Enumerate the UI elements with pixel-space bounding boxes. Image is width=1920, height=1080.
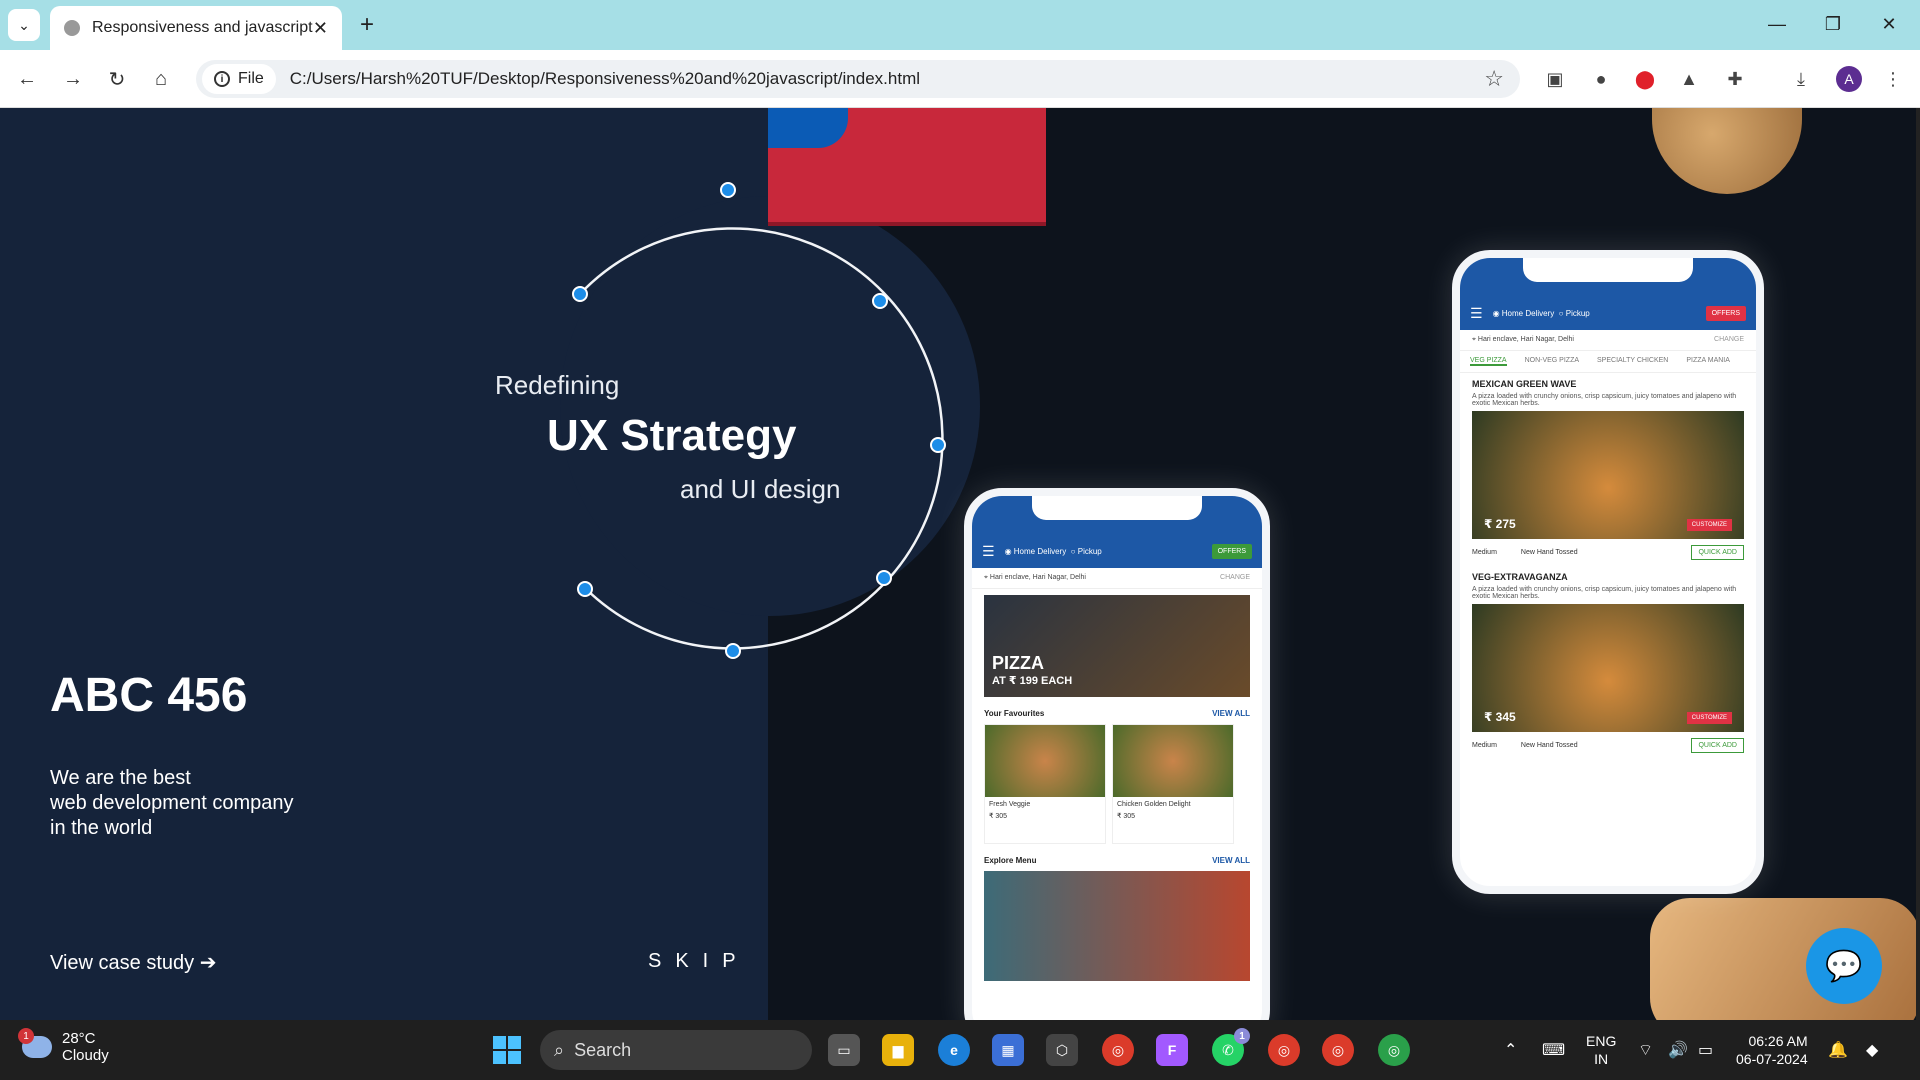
- brand-tagline: We are the best web development company …: [50, 767, 294, 839]
- task-view-icon[interactable]: ▭: [828, 1034, 860, 1066]
- chrome-profile-h-icon[interactable]: ◎: [1322, 1034, 1354, 1066]
- radio-icon: ○: [1066, 547, 1078, 556]
- menu-kebab-icon[interactable]: ⋮: [1880, 66, 1906, 92]
- volume-icon[interactable]: 🔊: [1668, 1020, 1688, 1080]
- phone-mockup-menu: ☰ ◉ Home Delivery ○ Pickup OFFERS ⌖ Hari…: [1452, 250, 1764, 894]
- microsoft-store-icon[interactable]: ▦: [992, 1034, 1024, 1066]
- bookmark-star-icon[interactable]: ☆: [1484, 66, 1504, 92]
- promo-banner: PIZZA AT ₹ 199 EACH: [984, 595, 1250, 697]
- app-hexagon-icon[interactable]: ⬡: [1046, 1034, 1078, 1066]
- language-indicator[interactable]: ENG IN: [1586, 1032, 1616, 1068]
- orbit-dot[interactable]: [720, 182, 736, 198]
- address-bar[interactable]: i File C:/Users/Harsh%20TUF/Desktop/Respo…: [196, 60, 1520, 98]
- list-item: MEXICAN GREEN WAVE A pizza loaded with c…: [1460, 373, 1756, 566]
- close-tab-icon[interactable]: ✕: [313, 18, 328, 39]
- page-scrollbar[interactable]: [1916, 108, 1920, 1020]
- minimize-button[interactable]: —: [1752, 8, 1802, 40]
- site-info-chip[interactable]: i File: [202, 64, 276, 94]
- orbit-dot[interactable]: [577, 581, 593, 597]
- list-item: Fresh Veggie ₹ 305: [984, 724, 1106, 844]
- file-explorer-icon[interactable]: ▆: [882, 1034, 914, 1066]
- list-item: Chicken Golden Delight ₹ 305: [1112, 724, 1234, 844]
- globe-icon: [64, 20, 80, 36]
- list-item: VEG-EXTRAVAGANZA A pizza loaded with cru…: [1460, 566, 1756, 759]
- extensions-puzzle-icon[interactable]: ✚: [1722, 66, 1748, 92]
- radio-icon: ◉: [1004, 547, 1014, 556]
- profile-avatar[interactable]: A: [1836, 66, 1862, 92]
- copilot-icon[interactable]: ◆: [1866, 1020, 1878, 1080]
- keyboard-icon[interactable]: ⌨: [1542, 1020, 1565, 1080]
- browser-tab-strip: ⌄ Responsiveness and javascript ✕ + — ❐ …: [0, 0, 1920, 50]
- new-tab-button[interactable]: +: [352, 10, 382, 40]
- brand-title: ABC 456: [50, 669, 248, 722]
- orbit-dot[interactable]: [930, 437, 946, 453]
- cloud-icon: 1: [18, 1028, 52, 1058]
- skip-button[interactable]: SKIP: [648, 950, 750, 973]
- windows-taskbar: 1 28°C Cloudy ⌕ Search ▭ ▆ e ▦ ⬡ ◎ F ✆ 1 ◎…: [0, 1020, 1920, 1080]
- search-icon: ⌕: [554, 1039, 565, 1060]
- chrome-profile-a-icon[interactable]: ◎: [1268, 1034, 1300, 1066]
- screen-capture-extension-icon[interactable]: ▣: [1542, 66, 1568, 92]
- orbit-dot[interactable]: [725, 643, 741, 659]
- clock[interactable]: 06:26 AM 06-07-2024: [1736, 1032, 1808, 1068]
- home-button[interactable]: ⌂: [144, 62, 178, 96]
- restore-button[interactable]: ❐: [1808, 8, 1858, 40]
- chat-button[interactable]: 💬: [1806, 928, 1882, 1004]
- opera-extension-icon[interactable]: ⬤: [1632, 66, 1658, 92]
- chrome-icon[interactable]: ◎: [1102, 1034, 1134, 1066]
- back-button[interactable]: ←: [10, 62, 44, 96]
- tab-search-button[interactable]: ⌄: [8, 9, 40, 41]
- info-icon: i: [214, 71, 230, 87]
- reload-button[interactable]: ↻: [100, 62, 134, 96]
- tab-title: Responsiveness and javascript: [92, 19, 313, 36]
- cookie-extension-icon[interactable]: ●: [1588, 66, 1614, 92]
- arrow-right-icon: ➔: [199, 952, 217, 974]
- hero-line-1: Redefining: [495, 370, 620, 400]
- browser-toolbar: ← → ↻ ⌂ i File C:/Users/Harsh%20TUF/Deskt…: [0, 50, 1920, 108]
- radio-icon: ◉: [1492, 309, 1502, 318]
- phone-mockup-home: ☰ ◉ Home Delivery ○ Pickup OFFERS ⌖ Hari…: [964, 488, 1270, 1020]
- weather-widget[interactable]: 1 28°C Cloudy: [18, 1028, 109, 1064]
- extension-a-icon[interactable]: ▲: [1676, 66, 1702, 92]
- downloads-icon[interactable]: ⤓: [1788, 66, 1814, 92]
- chevron-up-icon[interactable]: ⌃: [1504, 1020, 1517, 1080]
- view-case-study-link[interactable]: View case study ➔: [50, 950, 216, 975]
- orbit-dot[interactable]: [872, 293, 888, 309]
- chat-bubble-icon: 💬: [1825, 949, 1863, 983]
- hero-line-3: and UI design: [680, 474, 841, 504]
- start-button[interactable]: [493, 1036, 521, 1064]
- wifi-icon[interactable]: ⌔: [1638, 1020, 1653, 1080]
- orbit-dot[interactable]: [876, 570, 892, 586]
- url-text[interactable]: C:/Users/Harsh%20TUF/Desktop/Responsiven…: [290, 69, 1484, 89]
- edge-browser-icon[interactable]: e: [938, 1034, 970, 1066]
- notification-bell-icon[interactable]: 🔔: [1828, 1020, 1848, 1080]
- battery-icon[interactable]: ▭: [1698, 1020, 1713, 1080]
- taskbar-search[interactable]: ⌕ Search: [540, 1030, 812, 1070]
- radio-icon: ○: [1554, 309, 1566, 318]
- chrome-canary-icon[interactable]: ◎: [1378, 1034, 1410, 1066]
- page-viewport: Redefining UX Strategy and UI design ABC…: [0, 108, 1920, 1020]
- hamburger-menu-icon: ☰: [1470, 305, 1483, 321]
- orbit-dot[interactable]: [572, 286, 588, 302]
- figma-icon[interactable]: F: [1156, 1034, 1188, 1066]
- close-window-button[interactable]: ✕: [1864, 8, 1914, 40]
- forward-button[interactable]: →: [56, 62, 90, 96]
- hamburger-menu-icon: ☰: [982, 543, 995, 559]
- chevron-down-icon: ⌄: [18, 16, 30, 33]
- hero-line-2: UX Strategy: [547, 411, 797, 460]
- whatsapp-icon[interactable]: ✆ 1: [1212, 1028, 1250, 1066]
- browser-tab[interactable]: Responsiveness and javascript ✕: [50, 6, 342, 50]
